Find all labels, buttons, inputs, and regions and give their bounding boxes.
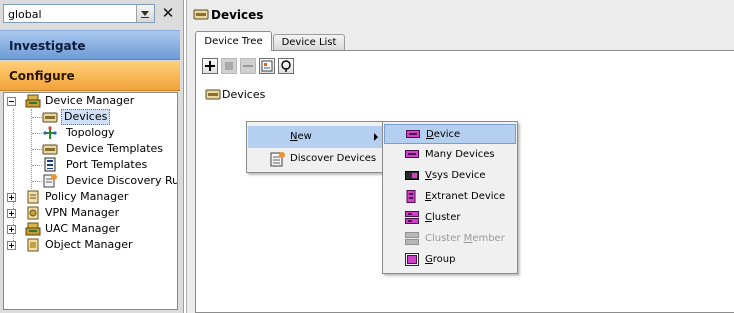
domain-scope-value: global xyxy=(8,8,42,21)
submenu-item-many-devices[interactable]: Many Devices xyxy=(384,145,516,165)
tree-label: Policy Manager xyxy=(45,190,129,203)
investigate-workspace-button[interactable]: Investigate xyxy=(0,30,180,60)
device-manager-icon xyxy=(25,94,41,108)
many-devices-icon xyxy=(405,150,419,158)
submenu-item-extranet-device[interactable]: Extranet Device xyxy=(384,187,516,207)
tree-label: Device Templates xyxy=(66,142,164,155)
group-icon xyxy=(405,253,419,266)
menu-item-discover-devices[interactable]: Discover Devices xyxy=(248,148,383,170)
submenu-item-label: Cluster xyxy=(425,212,461,223)
tree-line xyxy=(32,165,42,166)
tree-label: Port Templates xyxy=(66,158,148,171)
search-device-button[interactable] xyxy=(278,58,294,74)
discover-devices-icon xyxy=(270,152,285,167)
menu-item-label: Discover Devices xyxy=(290,153,377,164)
new-submenu: Device Many Devices Vsys Device Extranet… xyxy=(382,121,518,274)
add-button[interactable] xyxy=(202,58,218,74)
minus-icon xyxy=(243,65,253,67)
tree-line xyxy=(32,117,42,118)
tree-label: Devices xyxy=(61,109,111,125)
devices-icon xyxy=(42,112,58,123)
policy-manager-icon xyxy=(27,190,39,204)
tree-line xyxy=(32,149,42,150)
submenu-arrow-icon xyxy=(374,133,378,141)
combobox-dropdown-button[interactable] xyxy=(136,5,154,22)
collapse-icon[interactable] xyxy=(7,97,16,106)
submenu-item-label: Device xyxy=(426,129,461,140)
expand-icon[interactable] xyxy=(7,193,16,202)
device-icon xyxy=(406,130,420,138)
tree-line xyxy=(32,181,42,182)
submenu-item-group[interactable]: Group xyxy=(384,250,516,270)
device-templates-icon xyxy=(42,144,58,155)
submenu-item-cluster-member: Cluster Member xyxy=(384,229,516,249)
close-icon[interactable]: ✕ xyxy=(160,4,176,22)
tree-label: Object Manager xyxy=(45,238,133,251)
configure-tree: Device Manager Devices Topology Device T… xyxy=(3,92,178,310)
tree-label: Device Manager xyxy=(45,94,135,107)
properties-button[interactable] xyxy=(259,58,275,74)
tree-label: VPN Manager xyxy=(45,206,120,219)
vpn-manager-icon xyxy=(27,206,39,220)
expand-icon[interactable] xyxy=(7,225,16,234)
tree-line xyxy=(32,133,42,134)
configure-workspace-button[interactable]: Configure xyxy=(0,61,180,91)
submenu-item-label: Many Devices xyxy=(425,149,495,160)
object-manager-icon xyxy=(27,238,39,252)
submenu-item-label: Vsys Device xyxy=(425,170,486,181)
device-tree-root[interactable]: Devices xyxy=(222,88,265,101)
extranet-device-icon xyxy=(406,190,416,203)
properties-icon xyxy=(261,60,273,72)
tab-device-tree[interactable]: Device Tree xyxy=(195,31,272,51)
domain-scope-combobox[interactable]: global xyxy=(3,4,155,23)
submenu-item-cluster[interactable]: Cluster xyxy=(384,208,516,228)
submenu-item-device[interactable]: Device xyxy=(384,124,516,144)
left-navigation-pane: global ✕ Investigate Configure Device Ma… xyxy=(0,0,184,313)
edit-icon xyxy=(225,62,233,70)
devices-header-icon xyxy=(193,9,209,20)
delete-button[interactable] xyxy=(240,58,256,74)
menu-item-label: New xyxy=(290,131,312,142)
menu-item-new[interactable]: New xyxy=(248,126,383,148)
submenu-item-label: Extranet Device xyxy=(425,191,506,202)
context-menu: New Discover Devices xyxy=(246,121,385,173)
cluster-member-icon xyxy=(405,232,419,245)
submenu-item-label: Cluster Member xyxy=(425,233,505,244)
dropdown-underline xyxy=(141,17,149,18)
tree-label: Topology xyxy=(66,126,115,139)
submenu-item-label: Group xyxy=(425,254,456,265)
chevron-down-icon xyxy=(141,11,149,16)
expand-icon[interactable] xyxy=(7,241,16,250)
discovery-rules-icon xyxy=(43,174,57,188)
tab-device-list[interactable]: Device List xyxy=(273,34,345,50)
plus-icon xyxy=(205,61,215,71)
uac-manager-icon xyxy=(25,222,41,236)
page-title: Devices xyxy=(211,8,264,22)
port-templates-icon xyxy=(44,157,56,172)
tree-label: Device Discovery Rules xyxy=(66,174,178,187)
expand-icon[interactable] xyxy=(7,209,16,218)
submenu-item-vsys-device[interactable]: Vsys Device xyxy=(384,166,516,186)
tree-label: UAC Manager xyxy=(45,222,120,235)
topology-icon xyxy=(43,126,57,139)
edit-button[interactable] xyxy=(221,58,237,74)
cluster-icon xyxy=(405,211,419,224)
devices-icon xyxy=(205,89,221,100)
vsys-device-icon xyxy=(405,171,419,180)
search-icon xyxy=(281,60,291,72)
